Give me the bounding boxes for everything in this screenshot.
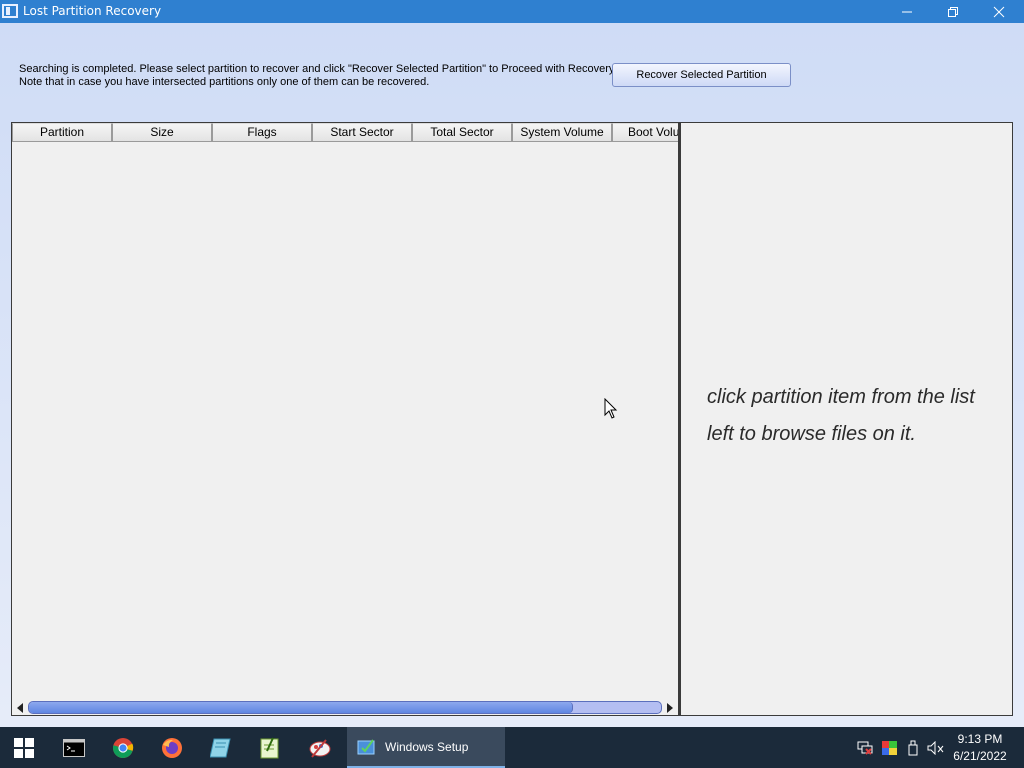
notepad-icon bbox=[210, 738, 231, 757]
arrow-left-icon bbox=[17, 702, 23, 713]
tray-usb[interactable] bbox=[904, 727, 922, 768]
color-icon bbox=[881, 740, 897, 755]
info-text: Searching is completed. Please select pa… bbox=[19, 63, 617, 89]
restore-button[interactable] bbox=[930, 0, 976, 23]
info-line-2: Note that in case you have intersected p… bbox=[19, 76, 430, 88]
recover-selected-partition-button[interactable]: Recover Selected Partition bbox=[612, 63, 791, 87]
firefox-icon bbox=[162, 737, 182, 758]
partition-list[interactable]: Partition Size Flags Start Sector Total … bbox=[11, 122, 679, 716]
taskbar-clock[interactable]: 9:13 PM 6/21/2022 bbox=[942, 731, 1018, 765]
taskbar-firefox[interactable] bbox=[148, 727, 196, 768]
horizontal-scrollbar[interactable] bbox=[12, 699, 678, 716]
column-header-total-sector[interactable]: Total Sector bbox=[412, 123, 512, 142]
clock-time: 9:13 PM bbox=[957, 732, 1003, 746]
close-icon bbox=[993, 6, 1005, 17]
scrollbar-track[interactable] bbox=[28, 701, 662, 714]
column-header-start-sector[interactable]: Start Sector bbox=[312, 123, 412, 142]
taskbar-chrome[interactable] bbox=[99, 727, 147, 768]
taskbar-command-prompt[interactable] bbox=[50, 727, 98, 768]
taskbar-paint[interactable] bbox=[296, 727, 344, 768]
window-title: Lost Partition Recovery bbox=[23, 4, 162, 18]
usb-icon bbox=[908, 740, 918, 755]
column-headers: Partition Size Flags Start Sector Total … bbox=[12, 123, 678, 142]
app-icon bbox=[2, 4, 18, 18]
taskbar-windows-setup[interactable]: Windows Setup bbox=[347, 727, 505, 768]
taskbar-editor[interactable] bbox=[246, 727, 294, 768]
scroll-left-button[interactable] bbox=[12, 699, 28, 716]
files-hint-text: click partition item from the list left … bbox=[707, 386, 975, 445]
taskbar-notepad[interactable] bbox=[197, 727, 245, 768]
paint-icon bbox=[309, 738, 331, 758]
restore-icon bbox=[948, 6, 958, 17]
column-header-system-volume[interactable]: System Volume bbox=[512, 123, 612, 142]
clock-date: 6/21/2022 bbox=[953, 749, 1007, 763]
editor-icon bbox=[260, 737, 279, 758]
windows-setup-label: Windows Setup bbox=[385, 739, 469, 754]
scrollbar-thumb[interactable] bbox=[29, 702, 573, 713]
column-header-size[interactable]: Size bbox=[112, 123, 212, 142]
minimize-button[interactable] bbox=[884, 0, 930, 23]
start-button[interactable] bbox=[0, 727, 48, 768]
files-browser-pane[interactable]: click partition item from the list left … bbox=[679, 122, 1013, 716]
windows-start-icon bbox=[14, 737, 34, 758]
chrome-icon bbox=[112, 737, 134, 758]
tray-network[interactable] bbox=[856, 727, 874, 768]
tray-color[interactable] bbox=[880, 727, 898, 768]
taskbar: Windows Setup 9:13 PM 6/21/2022 bbox=[0, 727, 1024, 768]
column-header-partition[interactable]: Partition bbox=[12, 123, 112, 142]
windows-setup-icon bbox=[357, 738, 375, 754]
minimize-icon bbox=[902, 11, 912, 12]
close-button[interactable] bbox=[976, 0, 1022, 23]
scroll-right-button[interactable] bbox=[662, 699, 678, 716]
network-icon bbox=[857, 741, 873, 755]
info-line-1: Searching is completed. Please select pa… bbox=[19, 63, 617, 75]
mouse-cursor-icon bbox=[604, 398, 618, 419]
column-header-boot-volume[interactable]: Boot Volu bbox=[612, 123, 678, 142]
arrow-right-icon bbox=[667, 702, 673, 713]
column-header-flags[interactable]: Flags bbox=[212, 123, 312, 142]
title-bar[interactable]: Lost Partition Recovery bbox=[0, 0, 1024, 23]
client-area: Searching is completed. Please select pa… bbox=[0, 23, 1024, 727]
command-prompt-icon bbox=[63, 738, 85, 757]
